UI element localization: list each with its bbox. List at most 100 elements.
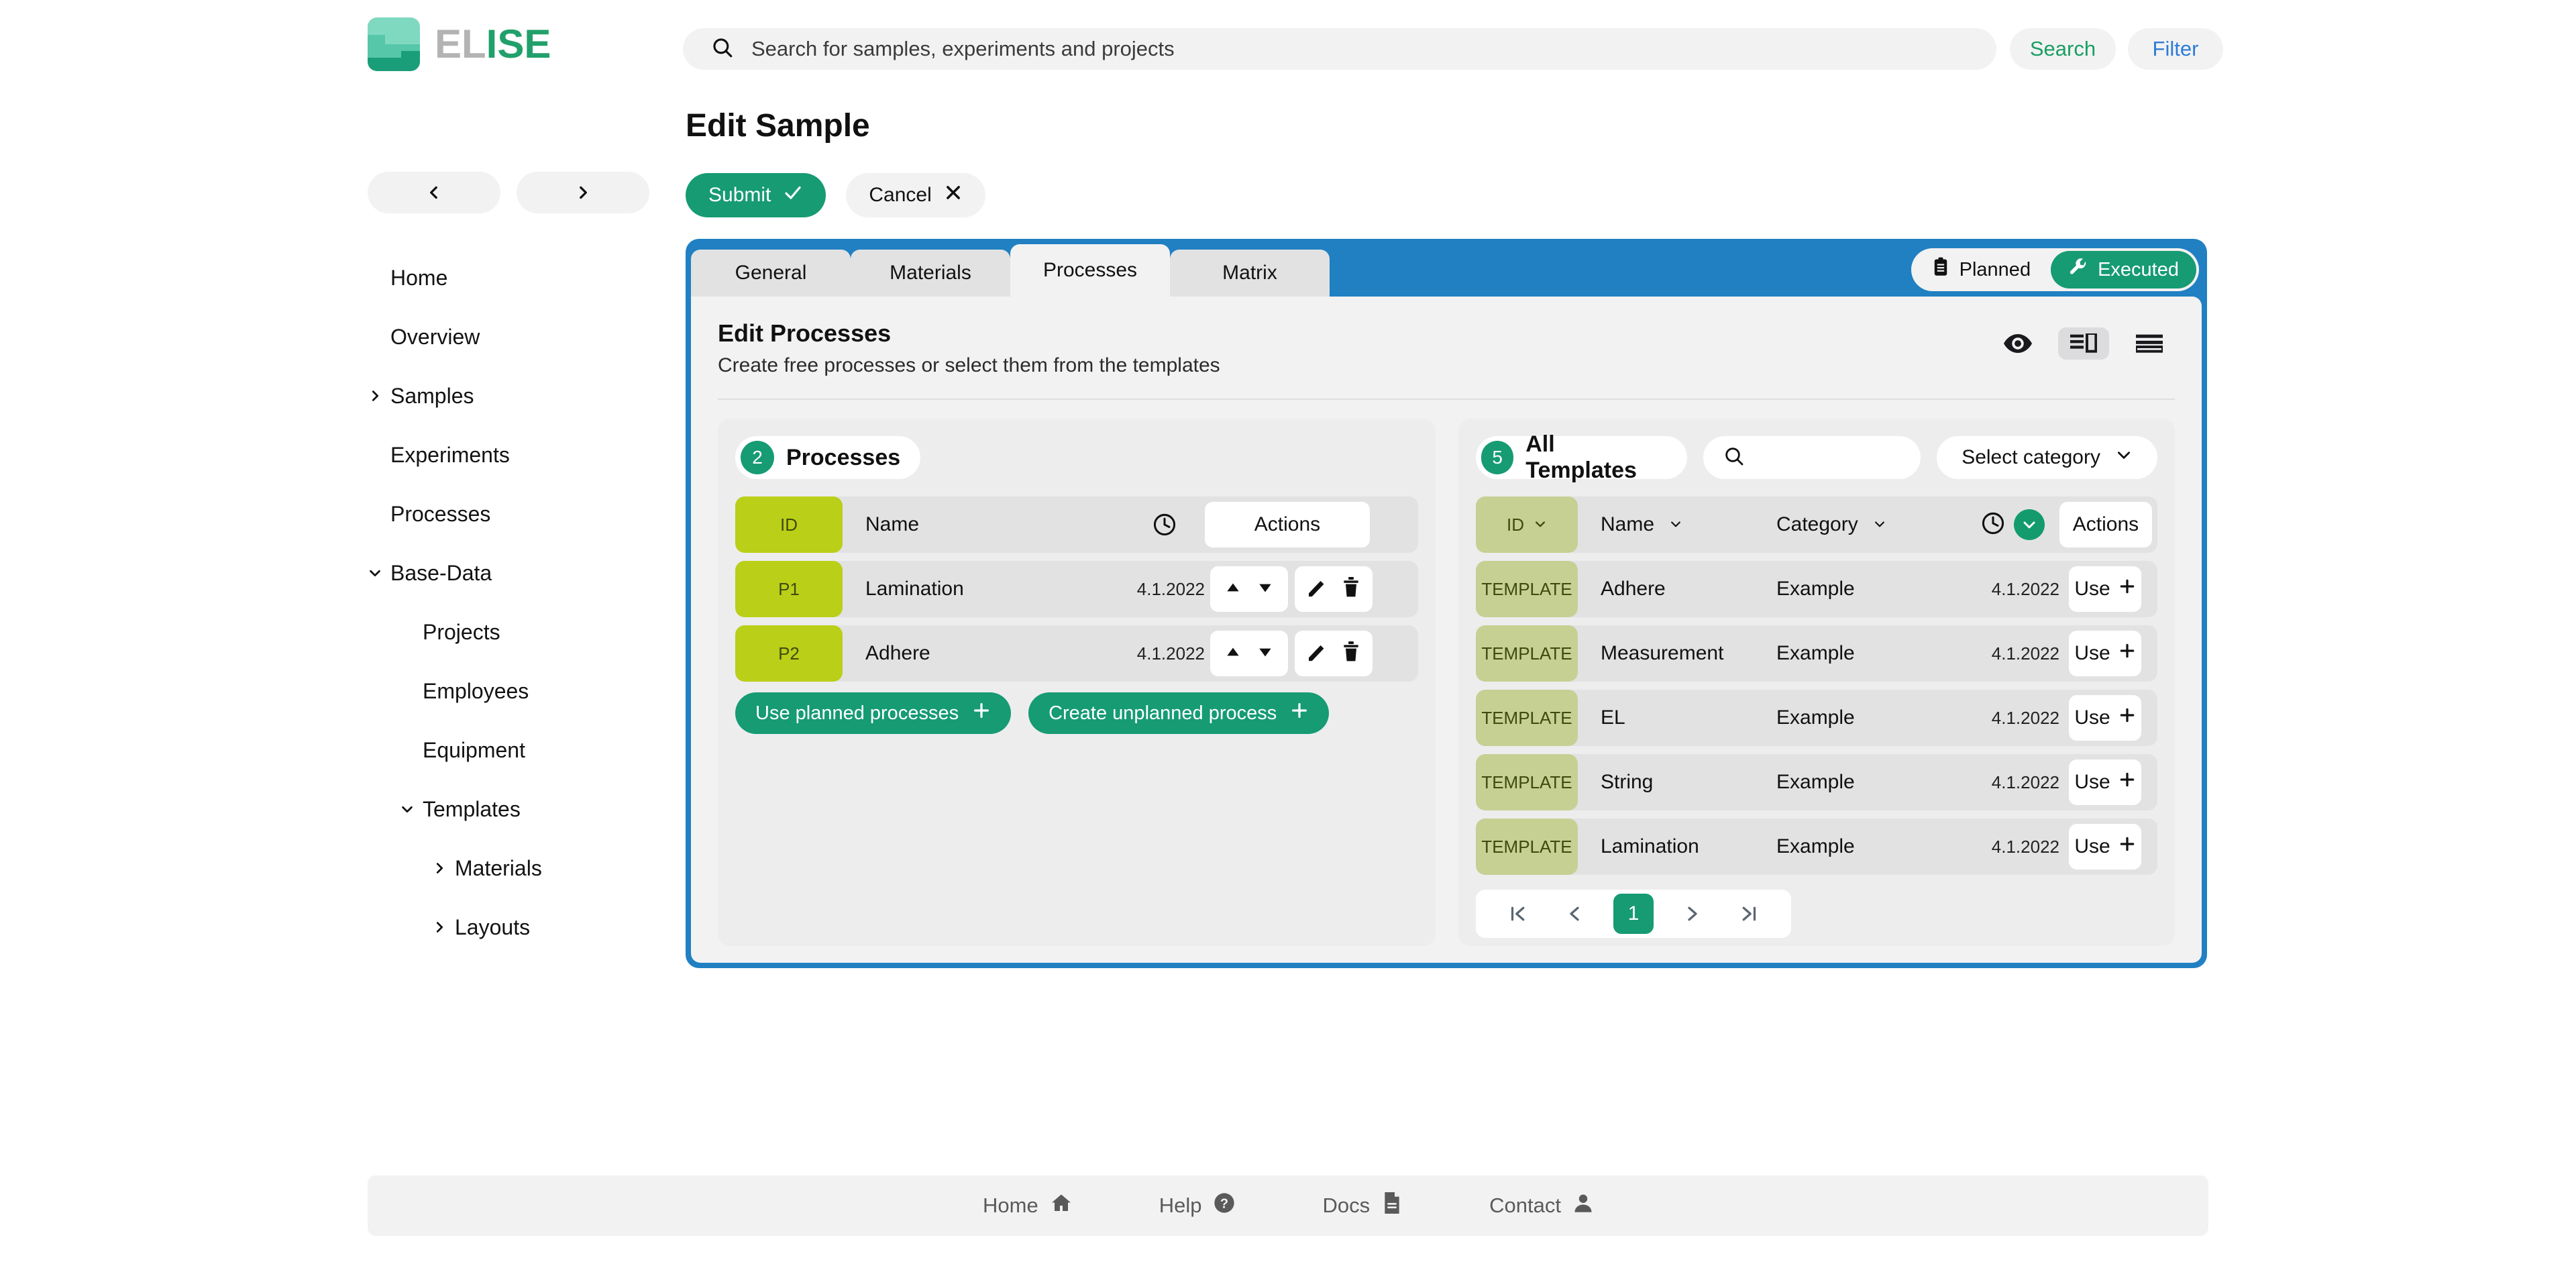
arrow-down-icon[interactable] xyxy=(1256,643,1274,664)
template-id-badge: TEMPLATE xyxy=(1476,690,1578,746)
trash-icon[interactable] xyxy=(1341,576,1361,602)
template-category: Example xyxy=(1776,835,1855,857)
sidebar-item-experiments[interactable]: Experiments xyxy=(368,425,649,484)
sidebar-item-layouts[interactable]: Layouts xyxy=(368,898,649,957)
row-edit-buttons[interactable] xyxy=(1295,566,1373,612)
next-page-icon[interactable] xyxy=(1674,896,1711,932)
pencil-icon[interactable] xyxy=(1306,577,1328,602)
question-circle-icon: ? xyxy=(1214,1192,1235,1219)
search-input[interactable]: Search for samples, experiments and proj… xyxy=(751,37,1175,61)
footer-contact[interactable]: Contact xyxy=(1489,1192,1593,1219)
pencil-icon[interactable] xyxy=(1306,641,1328,666)
toggle-executed[interactable]: Executed xyxy=(2051,251,2196,288)
search-icon xyxy=(1723,445,1745,470)
tab-processes[interactable]: Processes xyxy=(1010,244,1170,297)
sidebar-item-templates[interactable]: Templates xyxy=(368,780,649,839)
sidebar-item-samples[interactable]: Samples xyxy=(368,366,649,425)
page-number-1[interactable]: 1 xyxy=(1613,894,1654,934)
plus-icon xyxy=(2118,642,2136,665)
create-unplanned-process-button[interactable]: Create unplanned process xyxy=(1028,692,1330,734)
cancel-button[interactable]: Cancel xyxy=(846,173,985,217)
eye-icon[interactable] xyxy=(1992,327,2043,360)
date-sort-active-icon[interactable] xyxy=(2014,509,2045,540)
processes-table-body: P1 Lamination 4.1.2022 P2 Adhere 4.1.2022 xyxy=(735,561,1418,682)
svg-text:?: ? xyxy=(1220,1196,1228,1211)
reorder-buttons[interactable] xyxy=(1210,566,1288,612)
sidebar-nav-arrows xyxy=(368,172,649,213)
table-row[interactable]: P1 Lamination 4.1.2022 xyxy=(735,561,1418,617)
use-label: Use xyxy=(2074,578,2110,600)
nav-back-button[interactable] xyxy=(368,172,500,213)
arrow-up-icon[interactable] xyxy=(1224,579,1242,600)
sidebar-item-base-data[interactable]: Base-Data xyxy=(368,543,649,602)
templates-col-name[interactable]: Name xyxy=(1578,513,1776,536)
sidebar-menu: Home Overview Samples Experiments Processes B… xyxy=(368,248,649,957)
arrow-up-icon[interactable] xyxy=(1224,643,1242,664)
processes-panel: 2 Processes ID Name Actions P1 Lamination… xyxy=(718,419,1436,946)
sidebar-item-employees[interactable]: Employees xyxy=(368,662,649,721)
cancel-label: Cancel xyxy=(869,184,932,206)
table-row[interactable]: TEMPLATE Measurement Example 4.1.2022 Use xyxy=(1476,625,2157,682)
processes-count-badge: 2 xyxy=(741,441,774,474)
table-row[interactable]: TEMPLATE Lamination Example 4.1.2022 Use xyxy=(1476,819,2157,875)
trash-icon[interactable] xyxy=(1341,641,1361,666)
use-planned-processes-button[interactable]: Use planned processes xyxy=(735,692,1012,734)
sidebar-item-label: Templates xyxy=(423,796,521,821)
table-row[interactable]: TEMPLATE Adhere Example 4.1.2022 Use xyxy=(1476,561,2157,617)
sidebar-item-materials[interactable]: Materials xyxy=(368,839,649,898)
list-view-icon[interactable] xyxy=(2124,327,2175,360)
chevron-right-icon xyxy=(432,920,455,935)
template-category: Example xyxy=(1776,642,1855,664)
sidebar-item-processes[interactable]: Processes xyxy=(368,484,649,543)
templates-col-id[interactable]: ID xyxy=(1476,496,1578,553)
use-template-button[interactable]: Use xyxy=(2069,824,2141,870)
table-row[interactable]: TEMPLATE String Example 4.1.2022 Use xyxy=(1476,754,2157,810)
tab-general[interactable]: General xyxy=(691,250,851,297)
processes-col-name: Name xyxy=(865,513,920,535)
sidebar-item-equipment[interactable]: Equipment xyxy=(368,721,649,780)
sidebar: Home Overview Samples Experiments Processes B… xyxy=(368,172,649,957)
row-edit-buttons[interactable] xyxy=(1295,631,1373,676)
last-page-icon[interactable] xyxy=(1731,896,1768,932)
tab-materials[interactable]: Materials xyxy=(851,250,1010,297)
templates-count-badge: 5 xyxy=(1481,441,1514,474)
split-view-icon[interactable] xyxy=(2058,327,2109,360)
global-search-bar[interactable]: Search for samples, experiments and proj… xyxy=(683,28,1996,70)
use-template-button[interactable]: Use xyxy=(2069,759,2141,805)
first-page-icon[interactable] xyxy=(1499,896,1536,932)
footer-help[interactable]: Help ? xyxy=(1159,1192,1236,1219)
use-template-button[interactable]: Use xyxy=(2069,695,2141,741)
tab-matrix[interactable]: Matrix xyxy=(1170,250,1330,297)
chevron-down-icon xyxy=(368,566,390,580)
search-button[interactable]: Search xyxy=(2010,28,2116,70)
sidebar-item-home[interactable]: Home xyxy=(368,248,649,307)
prev-page-icon[interactable] xyxy=(1556,896,1593,932)
nav-forward-button[interactable] xyxy=(517,172,649,213)
templates-title-chip: 5 All Templates xyxy=(1476,431,1688,483)
table-row[interactable]: TEMPLATE EL Example 4.1.2022 Use xyxy=(1476,690,2157,746)
select-category-dropdown[interactable]: Select category xyxy=(1937,436,2157,479)
sidebar-item-projects[interactable]: Projects xyxy=(368,602,649,662)
submit-button[interactable]: Submit xyxy=(686,173,826,217)
filter-button[interactable]: Filter xyxy=(2128,28,2223,70)
footer-home[interactable]: Home xyxy=(983,1192,1072,1219)
process-date: 4.1.2022 xyxy=(1136,643,1205,664)
arrow-down-icon[interactable] xyxy=(1256,579,1274,600)
toggle-planned[interactable]: Planned xyxy=(1914,251,2048,288)
footer-docs[interactable]: Docs xyxy=(1322,1192,1402,1219)
footer-contact-label: Contact xyxy=(1489,1194,1561,1217)
template-id-badge: TEMPLATE xyxy=(1476,754,1578,810)
use-template-button[interactable]: Use xyxy=(2069,631,2141,676)
logo-mark-icon xyxy=(368,17,420,71)
reorder-buttons[interactable] xyxy=(1210,631,1288,676)
template-name: Adhere xyxy=(1601,578,1666,600)
app-logo[interactable]: ELISE xyxy=(368,17,551,71)
table-row[interactable]: P2 Adhere 4.1.2022 xyxy=(735,625,1418,682)
templates-search-input[interactable] xyxy=(1703,436,1921,479)
edit-sample-card: General Materials Processes Matrix Planned … xyxy=(686,239,2207,968)
templates-col-category[interactable]: Category xyxy=(1776,513,1966,536)
use-template-button[interactable]: Use xyxy=(2069,566,2141,612)
sidebar-item-overview[interactable]: Overview xyxy=(368,307,649,366)
templates-title: All Templates xyxy=(1525,431,1637,483)
template-id-badge: TEMPLATE xyxy=(1476,819,1578,875)
